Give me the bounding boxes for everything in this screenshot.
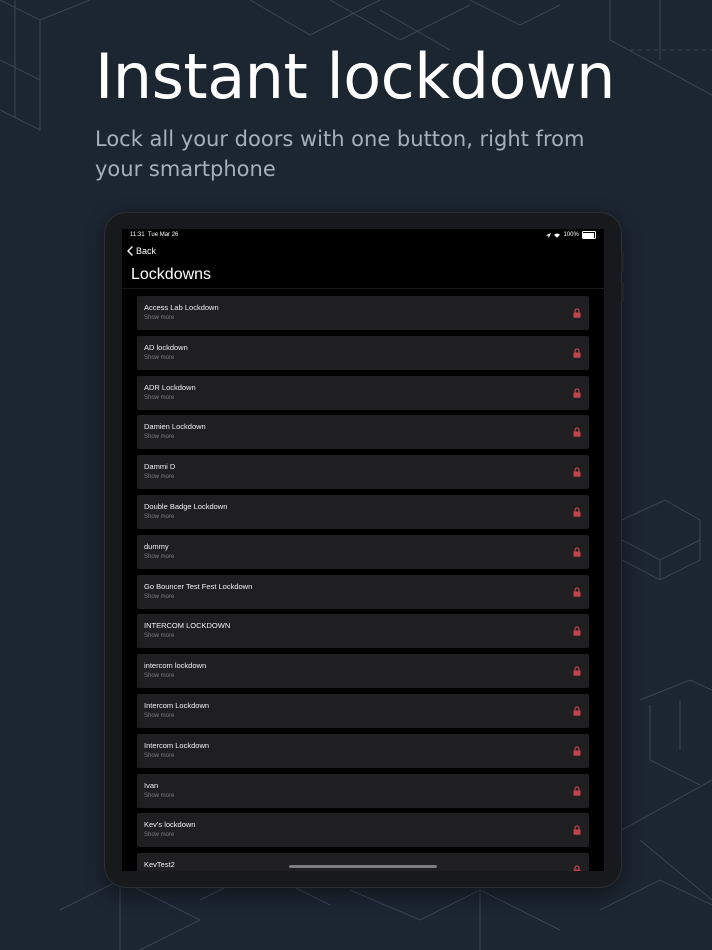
lock-icon[interactable] (573, 586, 581, 597)
status-time: 11:31 Tue Mar 26 (130, 232, 179, 238)
lockdown-row[interactable]: Access Lab Lockdown Show more (137, 296, 589, 330)
battery-percentage: 100% (563, 232, 579, 239)
lock-icon[interactable] (573, 865, 581, 871)
lock-icon[interactable] (573, 626, 581, 637)
status-indicators: 100% (546, 231, 596, 240)
show-more-link[interactable]: Show more (144, 514, 174, 520)
show-more-link[interactable]: Show more (144, 793, 174, 799)
lock-icon[interactable] (573, 507, 581, 517)
lockdown-row[interactable]: Go Bouncer Test Fest Lockdown Show more (137, 574, 589, 609)
show-more-link[interactable]: Show more (144, 832, 174, 838)
lock-icon[interactable] (573, 547, 581, 557)
app-screen: 11:31 Tue Mar 26 100% Back Lockdowns Acc… (122, 229, 604, 871)
lock-icon[interactable] (573, 348, 581, 358)
status-bar: 11:31 Tue Mar 26 100% (122, 229, 604, 241)
show-more-link[interactable]: Show more (144, 594, 174, 600)
lock-icon[interactable] (573, 825, 581, 836)
volume-button (621, 252, 624, 272)
lock-icon[interactable] (573, 706, 581, 716)
lock-icon[interactable] (573, 746, 581, 756)
show-more-link[interactable]: Show more (144, 753, 174, 759)
lockdown-row[interactable]: ADR Lockdown Show more (137, 375, 589, 410)
back-label: Back (136, 246, 157, 256)
lockdown-name: Dammi D (144, 462, 176, 472)
lockdown-name: Access Lab Lockdown (144, 303, 219, 312)
lock-icon[interactable] (573, 467, 581, 477)
show-more-link[interactable]: Show more (144, 355, 174, 361)
wifi-icon (554, 233, 561, 238)
lockdown-row[interactable]: intercom lockdown Show more (137, 654, 589, 689)
lockdown-name: Double Badge Lockdown (144, 501, 228, 511)
lockdown-name: AD lockdown (144, 342, 188, 352)
show-more-link[interactable]: Show more (144, 673, 174, 679)
lockdown-name: KevTest2 (144, 860, 175, 870)
lockdown-row[interactable]: Intercom Lockdown Show more (137, 693, 589, 728)
lockdown-row[interactable]: Damien Lockdown Show more (137, 415, 589, 450)
promo-headline: Instant lockdown (95, 40, 615, 113)
lockdown-row[interactable]: INTERCOM LOCKDOWN Show more (137, 614, 589, 649)
lock-icon[interactable] (573, 388, 581, 398)
lockdown-row[interactable]: Ivan Show more (137, 773, 589, 808)
lockdown-row[interactable]: dummy Show more (137, 534, 589, 569)
lockdown-name: dummy (144, 541, 169, 551)
lockdown-name: Intercom Lockdown (144, 740, 210, 750)
lockdown-name: INTERCOM LOCKDOWN (144, 621, 231, 631)
lockdown-name: Damien Lockdown (144, 422, 206, 432)
lockdown-row[interactable]: Kev's lockdown Show more (137, 813, 589, 848)
lockdown-row[interactable]: AD lockdown Show more (137, 335, 589, 370)
lockdown-name: Kev's lockdown (144, 820, 196, 830)
lockdown-name: ADR Lockdown (144, 382, 196, 392)
lockdown-row[interactable]: Double Badge Lockdown Show more (137, 494, 589, 529)
lock-icon[interactable] (573, 308, 581, 318)
volume-button (621, 282, 624, 302)
show-more-link[interactable]: Show more (144, 395, 174, 401)
location-icon (546, 232, 552, 238)
lockdown-name: intercom lockdown (144, 661, 207, 671)
lock-icon[interactable] (573, 666, 581, 676)
show-more-link[interactable]: Show more (144, 474, 174, 480)
lockdown-name: Intercom Lockdown (144, 700, 210, 710)
lockdown-list: Access Lab Lockdown Show more AD lockdown… (137, 296, 589, 871)
lockdown-row[interactable]: Intercom Lockdown Show more (137, 733, 589, 768)
chevron-left-icon (127, 246, 133, 256)
lockdown-name: Go Bouncer Test Fest Lockdown (144, 581, 253, 591)
lock-icon[interactable] (573, 427, 581, 438)
show-more-link[interactable]: Show more (144, 554, 174, 560)
nav-divider (122, 288, 604, 289)
battery-icon (581, 231, 596, 240)
page-title: Lockdowns (131, 266, 212, 283)
lockdown-row[interactable]: KevTest2 (137, 853, 589, 871)
lockdown-name: Ivan (144, 780, 159, 790)
lockdown-row[interactable]: Dammi D Show more (137, 455, 589, 490)
lock-icon[interactable] (573, 785, 581, 796)
home-indicator[interactable] (289, 865, 437, 868)
show-more-link[interactable]: Show more (144, 633, 174, 639)
show-more-link[interactable]: Show more (144, 713, 174, 719)
show-more-link[interactable]: Show more (144, 434, 174, 440)
show-more-link[interactable]: Show more (144, 315, 174, 321)
promo-subtitle: Lock all your doors with one button, rig… (95, 127, 585, 181)
back-button[interactable]: Back (127, 246, 156, 256)
